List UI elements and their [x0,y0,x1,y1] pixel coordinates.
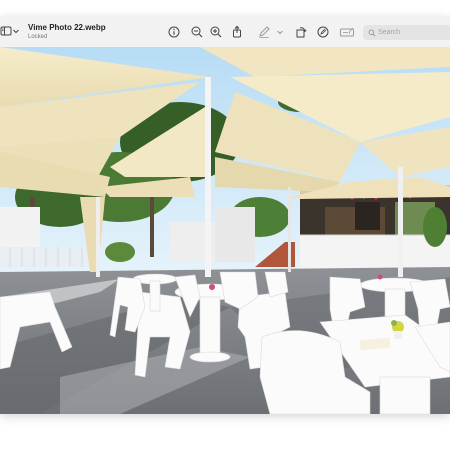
form-fill-icon[interactable] [339,25,355,39]
title-block: Vime Photo 22.webp Locked [28,23,106,41]
zoom-out-icon[interactable] [190,25,204,39]
markup-pen-icon[interactable] [257,25,271,39]
document-status: Locked [28,34,48,40]
preview-window: Vime Photo 22.webp Locked Search [0,17,450,414]
zoom-in-icon[interactable] [209,25,223,39]
search-field[interactable]: Search [363,25,450,40]
share-icon[interactable] [230,25,244,39]
info-icon[interactable] [167,25,181,39]
photo-view[interactable] [0,47,450,414]
chevron-down-icon[interactable] [276,25,284,39]
restaurant-terrace-photo [0,47,450,414]
document-title: Vime Photo 22.webp [28,23,106,32]
rotate-icon[interactable] [294,25,308,39]
search-placeholder: Search [378,29,401,36]
chevron-down-icon[interactable] [12,27,20,35]
sidebar-icon[interactable] [0,24,12,38]
toolbar: Vime Photo 22.webp Locked Search [0,17,450,48]
search-icon [368,29,376,37]
annotate-icon[interactable] [316,25,330,39]
